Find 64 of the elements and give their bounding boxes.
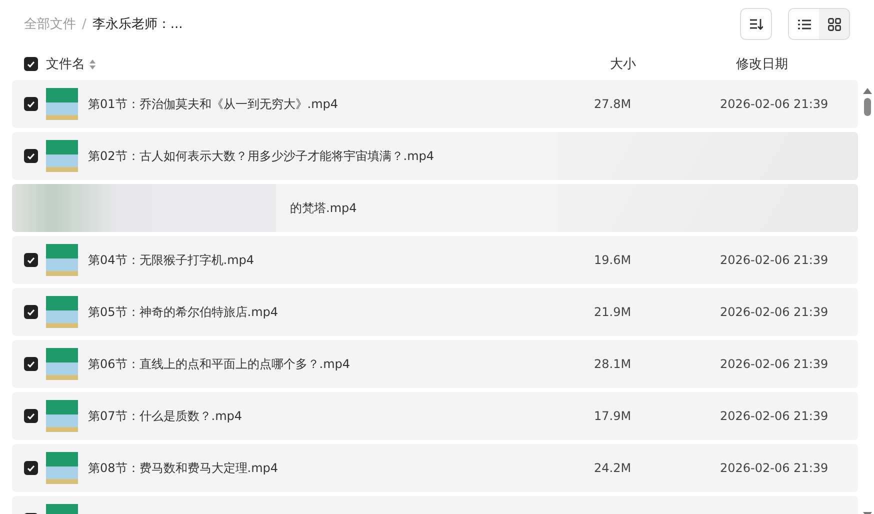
- row-checkbox[interactable]: [24, 253, 38, 267]
- row-checkbox[interactable]: [24, 409, 38, 423]
- file-name: 第05节：神奇的希尔伯特旅店.mp4: [88, 304, 278, 320]
- row-checkbox[interactable]: [24, 149, 38, 163]
- select-all-checkbox[interactable]: [24, 57, 38, 71]
- video-thumbnail-placeholder: [46, 348, 78, 380]
- file-size: 17.9M: [594, 409, 632, 423]
- list-icon: [798, 18, 810, 30]
- file-row[interactable]: 第07节：什么是质数？.mp4 17.9M 2026-02-06 21:39: [12, 392, 858, 440]
- file-row[interactable]: 第02节：古人如何表示大数？用多少沙子才能将宇宙填满？.mp4: [12, 132, 858, 180]
- checkmark-icon: [27, 464, 35, 472]
- file-row[interactable]: 的梵塔.mp4: [12, 184, 858, 232]
- row-checkbox[interactable]: [24, 97, 38, 111]
- scroll-up-icon[interactable]: [862, 88, 872, 94]
- file-size: 24.2M: [594, 461, 632, 475]
- grid-icon: [828, 18, 840, 30]
- file-name: 第07节：什么是质数？.mp4: [88, 408, 242, 424]
- file-name: 第06节：直线上的点和平面上的点哪个多？.mp4: [88, 356, 350, 372]
- modified-date: 2026-02-06 21:39: [720, 97, 830, 111]
- breadcrumb-separator: /: [82, 16, 86, 32]
- checkmark-icon: [27, 412, 35, 420]
- breadcrumb-current: 李永乐老师：...: [92, 16, 183, 33]
- video-thumbnail-placeholder: [46, 88, 78, 120]
- checkmark-icon: [27, 152, 35, 160]
- file-row[interactable]: 第05节：神奇的希尔伯特旅店.mp4 21.9M 2026-02-06 21:39: [12, 288, 858, 336]
- checkmark-icon: [27, 100, 35, 108]
- sort-button[interactable]: [740, 8, 772, 40]
- file-name: 第08节：费马数和费马大定理.mp4: [88, 460, 278, 476]
- modified-date: 2026-02-06 21:39: [720, 357, 830, 371]
- modified-date: 2026-02-06 21:39: [720, 305, 830, 319]
- grid-view-button[interactable]: [819, 9, 849, 39]
- video-thumbnail-placeholder: [46, 296, 78, 328]
- modified-date: 2026-02-06 21:39: [720, 409, 830, 423]
- video-thumbnail-placeholder: [46, 140, 78, 172]
- file-size: 28.1M: [594, 357, 632, 371]
- video-thumbnail-placeholder: [46, 452, 78, 484]
- modified-date: 2026-02-06 21:39: [720, 461, 830, 475]
- video-thumbnail-placeholder: [46, 244, 78, 276]
- sort-icon: [749, 18, 763, 30]
- scrollbar-thumb[interactable]: [864, 98, 870, 116]
- row-checkbox[interactable]: [24, 461, 38, 475]
- file-row[interactable]: 第06节：直线上的点和平面上的点哪个多？.mp4 28.1M 2026-02-06 21:39: [12, 340, 858, 388]
- modified-date: 2026-02-06 21:39: [720, 253, 830, 267]
- row-checkbox[interactable]: [24, 305, 38, 319]
- file-size: 19.6M: [594, 253, 632, 267]
- name-column-header[interactable]: 文件名: [46, 55, 85, 73]
- file-size: 21.9M: [594, 305, 632, 319]
- file-name: 第02节：古人如何表示大数？用多少沙子才能将宇宙填满？.mp4: [88, 148, 434, 164]
- file-name: 第04节：无限猴子打字机.mp4: [88, 252, 254, 268]
- checkmark-icon: [27, 256, 35, 264]
- file-name: 的梵塔.mp4: [290, 200, 357, 216]
- checkmark-icon: [27, 60, 35, 68]
- date-column-header: 修改日期: [736, 56, 789, 73]
- row-checkbox[interactable]: [24, 357, 38, 371]
- checkmark-icon: [27, 360, 35, 368]
- file-size: 27.8M: [594, 97, 632, 111]
- sort-arrows-icon[interactable]: [89, 58, 96, 70]
- video-thumbnail-placeholder: [46, 400, 78, 432]
- file-name: 第01节：乔治伽莫夫和《从一到无穷大》.mp4: [88, 96, 338, 112]
- file-row[interactable]: 第04节：无限猴子打字机.mp4 19.6M 2026-02-06 21:39: [12, 236, 858, 284]
- file-row[interactable]: 第01节：乔治伽莫夫和《从一到无穷大》.mp4 27.8M 2026-02-06 21:39: [12, 80, 858, 128]
- size-column-header: 大小: [610, 56, 637, 73]
- file-row[interactable]: 第08节：费马数和费马大定理.mp4 24.2M 2026-02-06 21:39: [12, 444, 858, 492]
- checkmark-icon: [27, 308, 35, 316]
